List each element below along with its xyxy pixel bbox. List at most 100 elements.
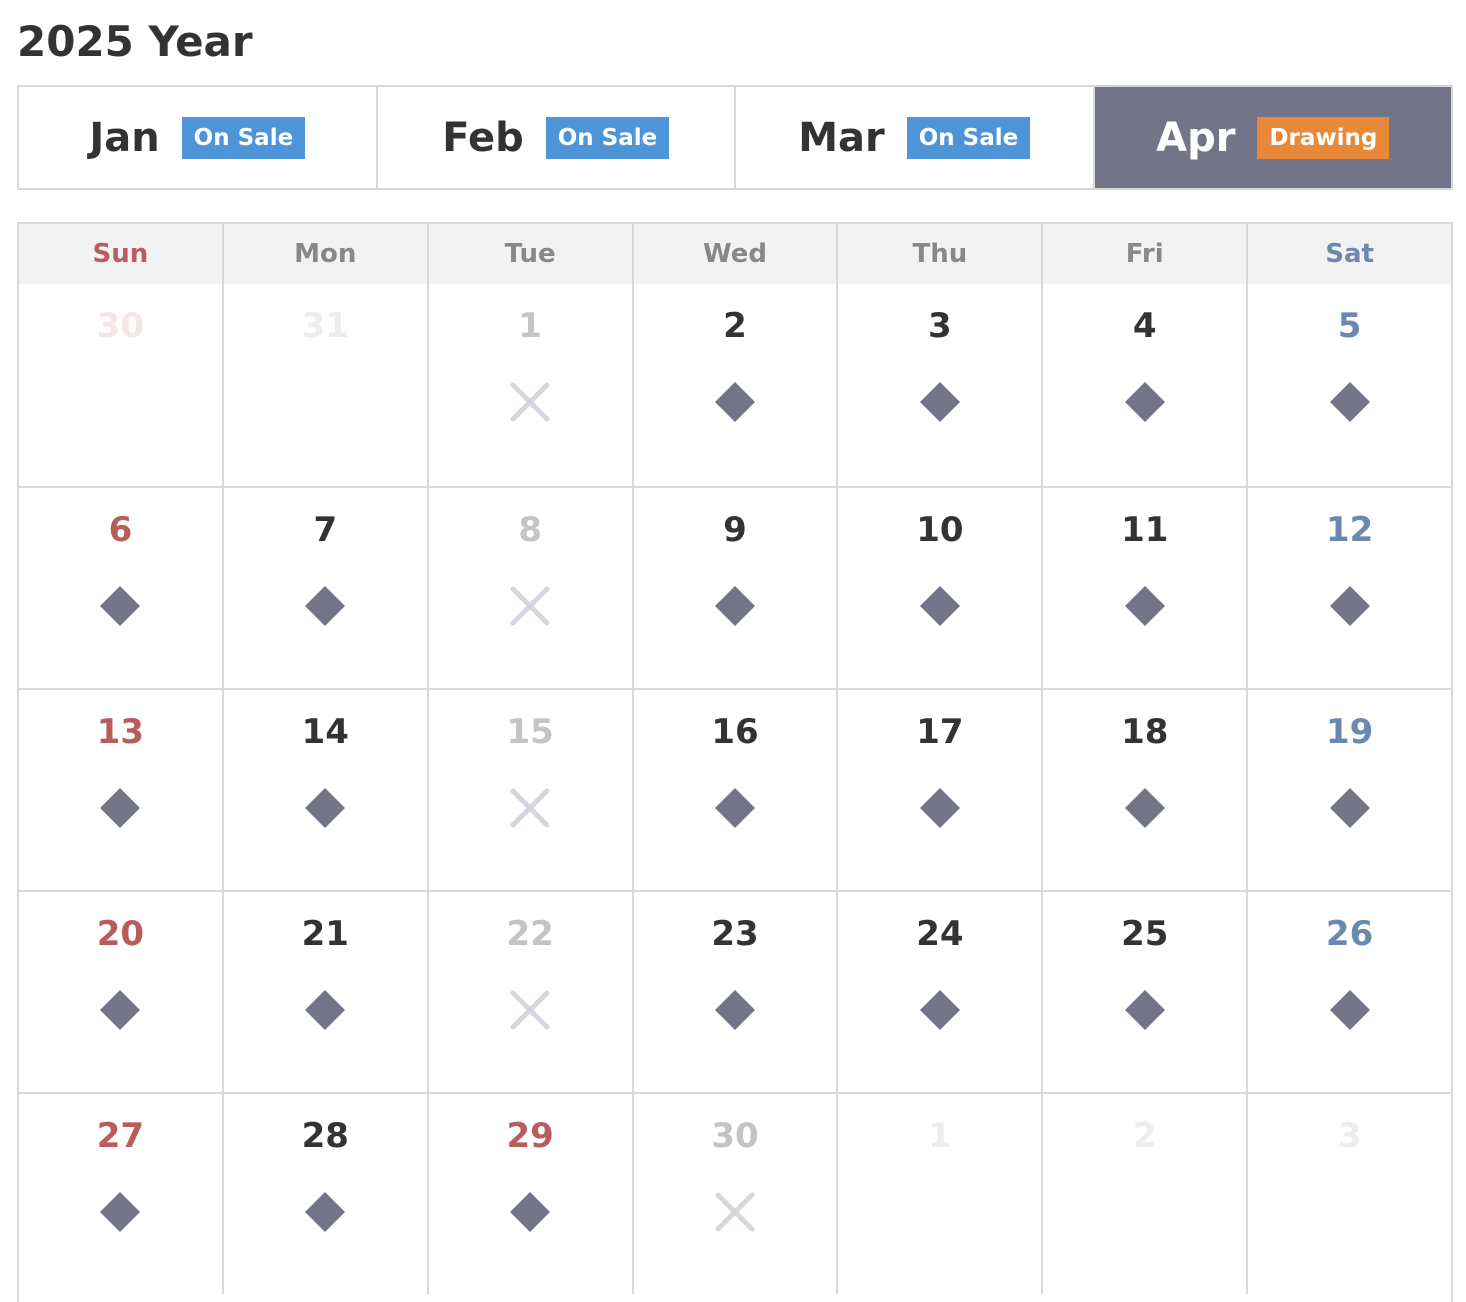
day-number: 11	[1121, 510, 1169, 550]
diamond-icon	[510, 1192, 551, 1232]
diamond-icon	[1124, 382, 1165, 422]
day-number: 29	[506, 1116, 554, 1156]
day-number: 31	[301, 306, 349, 346]
calendar-week-row: 6 7 8 9 10 11 12	[19, 486, 1451, 688]
day-number: 30	[96, 306, 145, 346]
day-cell[interactable]: 9	[634, 488, 839, 688]
diamond-icon	[1329, 382, 1370, 422]
day-cell[interactable]: 3	[838, 284, 1044, 486]
day-number: 1	[928, 1116, 952, 1156]
day-cell[interactable]: 15	[429, 690, 634, 890]
cross-icon	[510, 788, 550, 828]
day-cell[interactable]: 16	[634, 690, 839, 890]
diamond-icon	[919, 586, 960, 626]
day-number: 10	[916, 510, 964, 550]
day-cell[interactable]: 23	[634, 892, 839, 1092]
day-number: 4	[1132, 306, 1157, 346]
day-number: 28	[301, 1116, 349, 1156]
calendar-week-row: 27 28 29 30 1 2 3	[19, 1092, 1451, 1294]
day-cell[interactable]: 29	[429, 1094, 634, 1294]
day-number: 30	[711, 1116, 759, 1156]
day-number: 2	[723, 306, 747, 346]
day-number: 8	[518, 510, 542, 550]
day-cell[interactable]: 22	[429, 892, 634, 1092]
day-cell[interactable]: 10	[838, 488, 1044, 688]
day-cell[interactable]: 4	[1043, 284, 1249, 486]
diamond-icon	[919, 788, 960, 828]
day-cell[interactable]: 19	[1248, 690, 1451, 890]
diamond-icon	[1329, 990, 1370, 1030]
day-cell[interactable]: 20	[19, 892, 224, 1092]
day-number: 14	[301, 712, 349, 752]
day-number: 2	[1132, 1116, 1157, 1156]
cross-icon	[510, 382, 550, 422]
day-number: 23	[711, 914, 759, 954]
tab-apr[interactable]: Apr Drawing	[1094, 87, 1451, 188]
day-number: 5	[1337, 306, 1362, 346]
day-cell[interactable]: 7	[224, 488, 429, 688]
day-number: 26	[1325, 914, 1374, 954]
weekday-label: Mon	[224, 224, 429, 284]
day-cell[interactable]: 25	[1043, 892, 1249, 1092]
day-cell[interactable]: 27	[19, 1094, 224, 1294]
day-cell[interactable]: 24	[838, 892, 1044, 1092]
page-title: 2025 Year	[17, 17, 253, 66]
diamond-icon	[305, 1192, 346, 1232]
day-cell[interactable]: 30	[634, 1094, 839, 1294]
diamond-icon	[919, 990, 960, 1030]
day-cell[interactable]: 18	[1043, 690, 1249, 890]
tab-feb[interactable]: Feb On Sale	[377, 87, 736, 188]
month-name: Mar	[798, 114, 885, 161]
status-badge: On Sale	[181, 116, 306, 159]
weekday-label: Tue	[429, 224, 634, 284]
day-number: 15	[506, 712, 554, 752]
diamond-icon	[100, 586, 141, 626]
tab-mar[interactable]: Mar On Sale	[736, 87, 1095, 188]
weekday-label: Sat	[1325, 239, 1374, 269]
day-cell[interactable]: 17	[838, 690, 1044, 890]
day-cell[interactable]: 1	[429, 284, 634, 486]
diamond-icon	[1329, 586, 1370, 626]
diamond-icon	[1124, 586, 1165, 626]
day-number: 20	[96, 914, 145, 954]
day-cell[interactable]: 11	[1043, 488, 1249, 688]
diamond-icon	[305, 788, 346, 828]
weekday-label: Wed	[634, 224, 839, 284]
day-cell[interactable]: 26	[1248, 892, 1451, 1092]
weekday-label: Thu	[838, 224, 1044, 284]
day-number: 13	[96, 712, 145, 752]
diamond-icon	[715, 382, 755, 422]
day-cell[interactable]: 5	[1248, 284, 1451, 486]
cross-icon	[715, 1192, 755, 1232]
day-cell[interactable]: 13	[19, 690, 224, 890]
day-cell[interactable]: 28	[224, 1094, 429, 1294]
calendar-week-row: 13 14 15 16 17 18 19	[19, 688, 1451, 890]
diamond-icon	[715, 586, 755, 626]
day-number: 21	[301, 914, 349, 954]
day-number: 7	[313, 510, 338, 550]
status-badge: On Sale	[906, 116, 1031, 159]
day-cell: 2	[1043, 1094, 1249, 1294]
diamond-icon	[1124, 990, 1165, 1030]
day-number: 27	[96, 1116, 145, 1156]
calendar-week-row: 20 21 22 23 24 25 26	[19, 890, 1451, 1092]
day-number: 17	[916, 712, 964, 752]
day-number: 16	[711, 712, 759, 752]
day-cell[interactable]: 12	[1248, 488, 1451, 688]
day-number: 3	[1337, 1116, 1362, 1156]
day-cell[interactable]: 2	[634, 284, 839, 486]
diamond-icon	[100, 990, 141, 1030]
day-number: 1	[518, 306, 542, 346]
day-cell[interactable]: 21	[224, 892, 429, 1092]
tab-jan[interactable]: Jan On Sale	[19, 87, 378, 188]
diamond-icon	[305, 586, 346, 626]
day-cell: 3	[1248, 1094, 1451, 1294]
day-number: 3	[928, 306, 952, 346]
calendar-week-row: 30 31 1 2 3 4 5	[19, 284, 1451, 486]
day-cell[interactable]: 6	[19, 488, 224, 688]
day-cell[interactable]: 14	[224, 690, 429, 890]
weekday-label: Fri	[1043, 224, 1249, 284]
weekday-label: Sun	[19, 224, 224, 284]
day-cell[interactable]: 8	[429, 488, 634, 688]
month-name: Jan	[89, 114, 160, 161]
